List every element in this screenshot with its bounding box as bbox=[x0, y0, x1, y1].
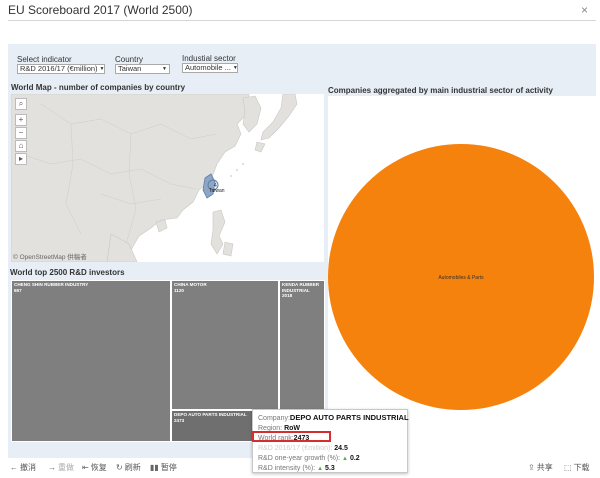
download-icon: ⬚ bbox=[564, 463, 572, 472]
zoom-out-icon[interactable]: − bbox=[15, 127, 27, 139]
indicator-filter: Select indicator R&D 2016/17 (€million) … bbox=[17, 55, 105, 74]
refresh-label: 刷新 bbox=[124, 463, 141, 472]
refresh-icon: ↻ bbox=[116, 463, 123, 472]
tooltip-company-value: DEPO AUTO PARTS INDUSTRIAL bbox=[289, 413, 409, 422]
home-icon[interactable]: ⌂ bbox=[15, 140, 27, 152]
treemap-cell-rank: 1120 bbox=[174, 287, 184, 293]
treemap-panel-title: World top 2500 R&D investors bbox=[10, 268, 125, 277]
map-controls: ⌕ + − ⌂ ▸ bbox=[15, 98, 27, 166]
sector-select[interactable]: Automobile ... ▼ bbox=[182, 63, 238, 73]
indicator-select-value: R&D 2016/17 (€million) bbox=[20, 64, 98, 73]
indicator-select[interactable]: R&D 2016/17 (€million) ▼ bbox=[17, 64, 105, 74]
map-attribution[interactable]: © OpenStreetMap 供稿者 bbox=[13, 251, 87, 261]
redo-label: 重做 bbox=[58, 463, 74, 472]
treemap-cell[interactable]: CHENG SHIN RUBBER INDUSTRY 697 bbox=[11, 280, 171, 442]
map-canvas bbox=[11, 94, 324, 262]
treemap-cell-rank: 697 bbox=[14, 287, 22, 293]
pie-slice-label: Automobiles & Parts bbox=[438, 275, 484, 281]
indicator-filter-label: Select indicator bbox=[17, 55, 72, 64]
play-icon[interactable]: ▸ bbox=[15, 153, 27, 165]
tooltip-rd-label: R&D 2016/17 (€million): bbox=[258, 445, 333, 452]
treemap-cell[interactable]: CHINA MOTOR 1120 bbox=[171, 280, 279, 410]
share-button[interactable]: ⇪ 共享 bbox=[528, 462, 553, 473]
download-button[interactable]: ⬚ 下载 bbox=[564, 462, 590, 473]
bottom-toolbar: ← 撤消 → 重做 ⇤ 恢复 ↻ 刷新 ▮▮ 暂停 ⇪ 共享 ⬚ 下载 bbox=[0, 458, 600, 478]
undo-icon: ← bbox=[10, 463, 18, 472]
sector-chart: Automobiles & Parts bbox=[328, 96, 596, 458]
sector-filter: Industial sector Automobile ... ▼ bbox=[182, 54, 238, 73]
download-label: 下载 bbox=[573, 463, 590, 472]
window-title: EU Scoreboard 2017 (World 2500) bbox=[8, 3, 193, 17]
window-titlebar: EU Scoreboard 2017 (World 2500) × bbox=[0, 0, 600, 22]
tooltip-rd-value: 24.5 bbox=[334, 445, 348, 452]
tooltip-company-label: Company: bbox=[258, 415, 290, 422]
revert-button[interactable]: ⇤ 恢复 bbox=[82, 462, 107, 473]
sector-select-value: Automobile ... bbox=[185, 63, 231, 72]
sector-panel-title: Companies aggregated by main industrial … bbox=[328, 86, 553, 95]
treemap-cell-name: KENDA RUBBER INDUSTRIAL bbox=[282, 282, 320, 293]
redo-icon: → bbox=[48, 463, 56, 472]
revert-icon: ⇤ bbox=[82, 463, 89, 472]
map-panel-title: World Map - number of companies by count… bbox=[11, 83, 186, 92]
pause-button[interactable]: ▮▮ 暂停 bbox=[150, 462, 177, 473]
pause-icon: ▮▮ bbox=[150, 463, 159, 472]
world-map[interactable]: ⌕ + − ⌂ ▸ 4 © OpenStreetMap 供稿者 bbox=[11, 94, 324, 262]
treemap-cell-rank: 2018 bbox=[282, 293, 293, 298]
close-icon[interactable]: × bbox=[581, 3, 588, 17]
country-select[interactable]: Taiwan ▼ bbox=[115, 64, 170, 74]
sector-filter-label: Industial sector bbox=[182, 54, 236, 63]
undo-button[interactable]: ← 撤消 bbox=[10, 462, 36, 473]
chevron-down-icon: ▼ bbox=[162, 66, 167, 72]
refresh-button[interactable]: ↻ 刷新 bbox=[116, 462, 141, 473]
chevron-down-icon: ▼ bbox=[232, 65, 238, 71]
country-select-value: Taiwan bbox=[118, 64, 142, 73]
rank-highlight-box bbox=[252, 431, 331, 442]
undo-label: 撤消 bbox=[20, 463, 36, 472]
share-icon: ⇪ bbox=[528, 463, 535, 472]
revert-label: 恢复 bbox=[90, 463, 107, 472]
country-filter: Country Taiwan ▼ bbox=[115, 55, 170, 74]
sector-pie-canvas: Automobiles & Parts bbox=[328, 144, 594, 410]
map-country-label: Taiwan bbox=[209, 188, 225, 194]
share-label: 共享 bbox=[536, 463, 553, 472]
redo-button[interactable]: → 重做 bbox=[48, 462, 74, 473]
search-icon[interactable]: ⌕ bbox=[15, 98, 27, 110]
chevron-down-icon: ▼ bbox=[99, 66, 105, 72]
pause-label: 暂停 bbox=[160, 463, 177, 472]
title-divider bbox=[8, 20, 596, 21]
country-filter-label: Country bbox=[115, 55, 144, 64]
zoom-in-icon[interactable]: + bbox=[15, 114, 27, 126]
